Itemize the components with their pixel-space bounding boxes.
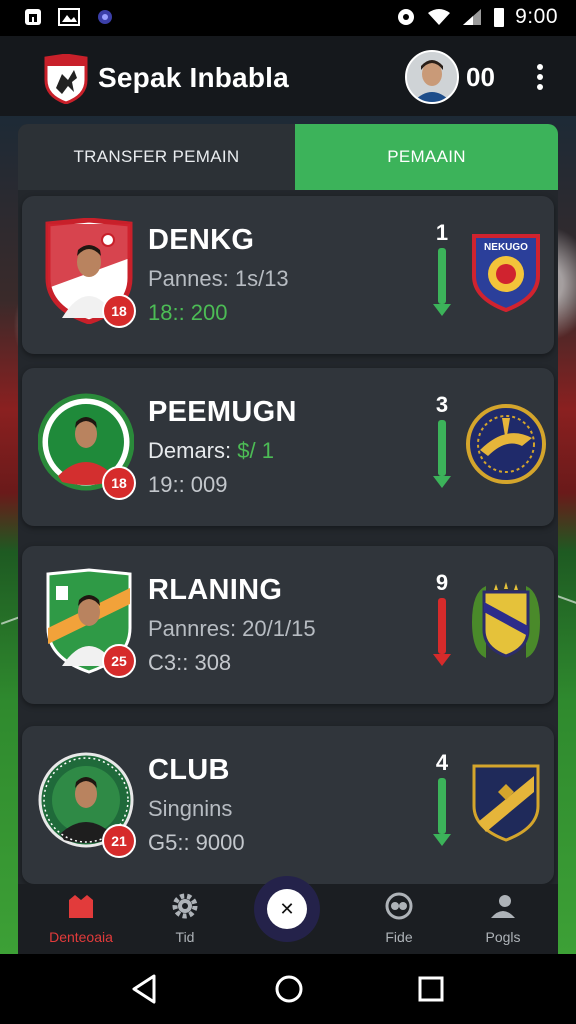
nav-settings[interactable]: Tid	[140, 892, 230, 945]
nav-fide[interactable]: Fide	[354, 892, 444, 945]
player-card[interactable]: 18 DENKG Pannes: 1s/13 18:: 200 1 NEKUGO	[22, 196, 554, 354]
notification-app-icon	[22, 6, 44, 28]
signal-icon	[463, 9, 482, 25]
player-value: G5:: 9000	[148, 830, 245, 855]
bottom-navigation: Denteoaia Tid ✕ Fide Pogls	[18, 876, 558, 954]
trend-down-red-icon	[433, 598, 451, 666]
club-badge-icon	[472, 582, 540, 658]
close-icon: ✕	[267, 889, 307, 929]
system-navigation-bar	[0, 954, 576, 1024]
jersey-number-badge: 21	[102, 824, 136, 858]
app-header: Sepak Inbabla 00	[0, 36, 576, 116]
nav-profile[interactable]: Pogls	[458, 892, 548, 945]
club-badge-icon: NEKUGO	[472, 234, 540, 312]
wifi-icon	[428, 9, 451, 25]
status-bar: 9:00	[0, 0, 576, 36]
circle-notification-icon	[94, 6, 116, 28]
jersey-number-badge: 18	[102, 466, 136, 500]
player-name: PEEMUGN	[148, 396, 297, 428]
jersey-number-badge: 18	[102, 294, 136, 328]
recents-icon[interactable]	[414, 972, 448, 1006]
player-rank: 1	[435, 220, 449, 245]
player-rank: 9	[435, 570, 449, 595]
nav-label: Fide	[385, 929, 413, 945]
coin-count: 00	[466, 62, 495, 92]
jersey-number-badge: 25	[102, 644, 136, 678]
center-action-button[interactable]: ✕	[254, 876, 320, 942]
battery-icon	[494, 8, 505, 27]
user-avatar[interactable]	[405, 50, 459, 104]
player-value: C3:: 308	[148, 650, 232, 675]
profile-icon	[491, 895, 515, 918]
nav-home[interactable]: Denteoaia	[36, 892, 126, 945]
gear-icon	[172, 893, 198, 919]
player-value: 19:: 009	[148, 472, 228, 497]
tab-bar: TRANSFER PEMAIN PEMAAIN	[18, 124, 558, 190]
player-name: RLANING	[148, 574, 283, 606]
club-badge-icon	[466, 404, 546, 484]
ball-icon	[385, 892, 413, 920]
player-value: 18:: 200	[148, 300, 228, 325]
home-circle-icon[interactable]	[272, 972, 306, 1006]
club-badge-text: NEKUGO	[484, 242, 528, 253]
trend-down-green-icon	[433, 778, 451, 846]
player-name: CLUB	[148, 754, 230, 786]
tab-transfer[interactable]: TRANSFER PEMAIN	[18, 124, 295, 190]
nav-label: Tid	[175, 929, 195, 945]
player-stat: Singnins	[148, 796, 233, 821]
trend-down-green-icon	[433, 420, 451, 488]
tab-players[interactable]: PEMAAIN	[295, 124, 558, 190]
app-title: Sepak Inbabla	[98, 62, 289, 93]
players-panel: TRANSFER PEMAIN PEMAAIN 18 DENKG Pannes:…	[18, 124, 558, 954]
player-card[interactable]: 18 PEEMUGN Demars: $/ 1 19:: 009 3	[22, 368, 554, 526]
player-stat-label: Demars:	[148, 438, 238, 463]
player-card[interactable]: 21 CLUB Singnins G5:: 9000 4	[22, 726, 554, 884]
player-stat: Demars: $/ 1	[148, 438, 274, 464]
trend-down-green-icon	[433, 248, 451, 316]
player-name: DENKG	[148, 224, 255, 256]
club-badge-icon	[472, 764, 540, 842]
home-icon	[69, 895, 93, 918]
player-card[interactable]: 25 RLANING Pannres: 20/1/15 C3:: 308 9	[22, 546, 554, 704]
back-icon[interactable]	[128, 972, 162, 1006]
settings-status-icon	[398, 9, 415, 25]
nav-label: Pogls	[485, 929, 521, 945]
clock: 9:00	[515, 5, 558, 28]
player-stat: Pannes: 1s/13	[148, 266, 289, 291]
more-options-icon[interactable]	[530, 62, 550, 92]
player-rank: 3	[435, 392, 449, 417]
player-stat: Pannres: 20/1/15	[148, 616, 316, 641]
app-logo-icon	[44, 54, 88, 104]
player-stat-value: $/ 1	[237, 438, 274, 463]
nav-label: Denteoaia	[49, 929, 113, 945]
player-rank: 4	[435, 750, 449, 775]
image-notification-icon	[58, 6, 80, 28]
